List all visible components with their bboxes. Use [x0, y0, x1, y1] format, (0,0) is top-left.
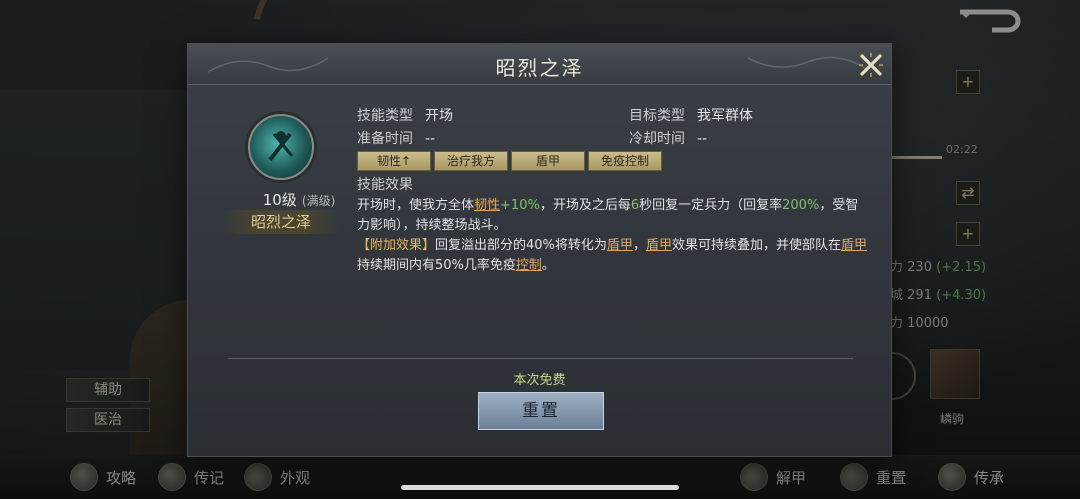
effect-title: 技能效果 [357, 177, 413, 193]
tag: 盾甲 [511, 151, 585, 171]
skill-level: 10级 (满级) [262, 191, 336, 209]
keyword-link[interactable]: 韧性 [474, 198, 500, 213]
skill-name-badge: 昭烈之泽 [222, 210, 340, 234]
keyword-link[interactable]: 盾甲 [841, 238, 867, 253]
skill-detail-dialog: 昭烈之泽 10级 (满级) 昭烈之泽 技能类型 开场 目标类型 我军群体 准备时间 -… [187, 43, 892, 457]
target-type-row: 目标类型 我军群体 [629, 108, 753, 124]
dialog-title: 昭烈之泽 [495, 56, 584, 80]
divider [228, 358, 853, 359]
keyword-link[interactable]: 控制 [516, 258, 542, 273]
cooldown-row: 冷却时间 -- [629, 131, 708, 147]
effect-description: 开场时，使我方全体韧性+10%，开场及之后每6秒回复一定兵力（回复率200%，受… [357, 196, 867, 276]
close-icon[interactable] [858, 52, 884, 78]
dialog-header: 昭烈之泽 [188, 44, 891, 85]
tag: 韧性↑ [357, 151, 431, 171]
skill-icon [248, 114, 314, 180]
keyword-link[interactable]: 盾甲 [646, 238, 672, 253]
prep-time-row: 准备时间 -- [357, 131, 436, 147]
free-label: 本次免费 [513, 373, 566, 388]
reset-button[interactable]: 重置 [478, 392, 604, 430]
skill-tags: 韧性↑ 治疗我方 盾甲 免疫控制 [357, 151, 662, 171]
tag: 免疫控制 [588, 151, 662, 171]
effect-paragraph: 开场时，使我方全体韧性+10%，开场及之后每6秒回复一定兵力（回复率200%，受… [357, 198, 859, 233]
tag: 治疗我方 [434, 151, 508, 171]
home-indicator[interactable] [401, 485, 679, 490]
keyword-link[interactable]: 盾甲 [607, 238, 633, 253]
skill-type-row: 技能类型 开场 [357, 108, 453, 124]
effect-paragraph: 【附加效果】回复溢出部分的40%将转化为盾甲，盾甲效果可持续叠加，并使部队在盾甲… [357, 238, 867, 273]
